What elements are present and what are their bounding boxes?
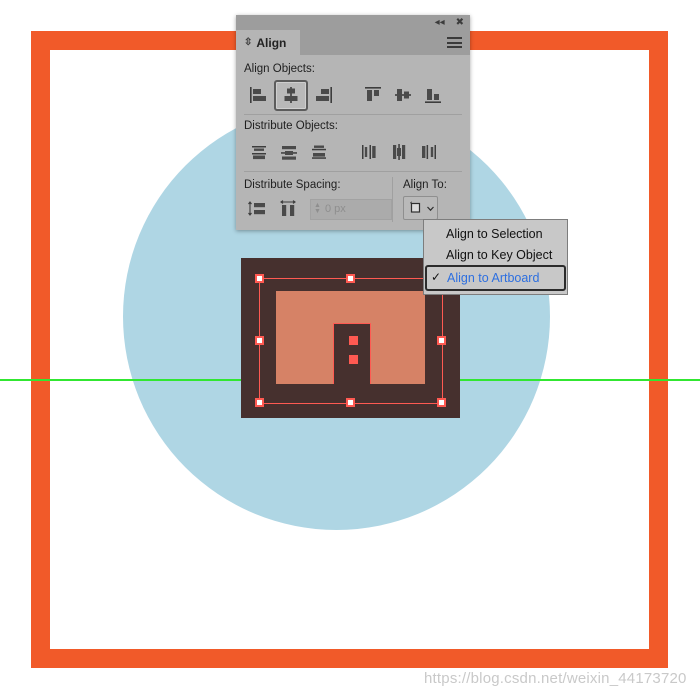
section-divider [244, 171, 462, 172]
selection-handle-bottom-left[interactable] [255, 398, 264, 407]
vertical-align-bottom-button[interactable] [418, 82, 448, 109]
horizontal-align-left-button[interactable] [244, 82, 274, 109]
selection-handle-middle-left[interactable] [255, 336, 264, 345]
vertical-distribute-bottom-button[interactable] [304, 139, 334, 166]
stepper-arrows-icon[interactable]: ▲ ▼ [314, 202, 321, 215]
tab-grip-icon: ⇳ [244, 37, 253, 48]
double-chevron-left-icon[interactable]: ◂◂ [435, 16, 445, 29]
illustrator-canvas: ◂◂ ✖ ⇳ Align Align Objects: Distribute O… [0, 0, 700, 700]
menu-item-label: Align to Artboard [447, 271, 540, 285]
horizontal-align-center-button[interactable] [274, 79, 308, 111]
selection-handle-middle-right[interactable] [437, 336, 446, 345]
vertical-distribute-center-button[interactable] [274, 139, 304, 166]
selection-handle-bottom-right[interactable] [437, 398, 446, 407]
horizontal-distribute-center-button[interactable] [384, 139, 414, 166]
vertical-align-center-button[interactable] [388, 82, 418, 109]
distribute-spacing-row: Distribute Spacing: ▲ ▼ 0 px Align To: [244, 177, 462, 222]
chevron-down-icon [426, 206, 434, 211]
menu-item-align-to-selection[interactable]: Align to Selection [424, 223, 567, 244]
panel-title: Align [256, 35, 287, 50]
horizontal-align-right-button[interactable] [308, 82, 338, 109]
artboard-icon [409, 201, 420, 213]
selection-bounding-box[interactable] [255, 274, 446, 407]
menu-item-label: Align to Key Object [446, 247, 553, 262]
distribute-spacing-button-row: ▲ ▼ 0 px [244, 196, 392, 222]
menu-item-align-to-key-object[interactable]: Align to Key Object [424, 244, 567, 265]
selection-handle-top-left[interactable] [255, 274, 264, 283]
distribute-spacing-label: Distribute Spacing: [244, 179, 341, 191]
horizontal-distribute-spacing-button[interactable] [274, 196, 304, 223]
section-divider [244, 114, 462, 115]
horizontal-distribute-left-button[interactable] [354, 139, 384, 166]
spacing-value-input[interactable]: ▲ ▼ 0 px [310, 198, 392, 220]
panel-title-bar: ◂◂ ✖ [236, 15, 470, 30]
selection-handle-bottom-center[interactable] [346, 398, 355, 407]
align-objects-label: Align Objects: [244, 63, 315, 75]
panel-tab-row: ⇳ Align [236, 30, 470, 55]
distribute-spacing-column: Distribute Spacing: ▲ ▼ 0 px [244, 177, 392, 222]
align-to-dropdown-button[interactable] [403, 196, 438, 220]
spacing-value-text: 0 px [324, 203, 346, 215]
vertical-distribute-spacing-button[interactable] [244, 196, 274, 223]
align-to-dropdown-menu: Align to Selection Align to Key Object ✓… [423, 219, 568, 295]
panel-body: Align Objects: Distribute Objects: Distr… [236, 55, 470, 230]
close-icon[interactable]: ✖ [456, 16, 464, 29]
tab-align[interactable]: ⇳ Align [236, 30, 301, 55]
vertical-align-top-button[interactable] [358, 82, 388, 109]
distribute-objects-button-row [244, 137, 462, 167]
align-panel: ◂◂ ✖ ⇳ Align Align Objects: Distribute O… [236, 15, 470, 230]
vertical-distribute-top-button[interactable] [244, 139, 274, 166]
checkmark-icon: ✓ [431, 270, 442, 284]
menu-item-label: Align to Selection [446, 226, 543, 241]
selection-handle-top-center[interactable] [346, 274, 355, 283]
panel-menu-icon[interactable] [447, 37, 462, 48]
distribute-objects-label: Distribute Objects: [244, 120, 338, 132]
align-to-column: Align To: [392, 177, 462, 222]
watermark-text: https://blog.csdn.net/weixin_44173720 [424, 670, 687, 687]
menu-item-align-to-artboard[interactable]: ✓ Align to Artboard [425, 265, 566, 291]
align-to-label: Align To: [403, 179, 447, 191]
horizontal-distribute-right-button[interactable] [414, 139, 444, 166]
align-objects-button-row [244, 79, 462, 111]
